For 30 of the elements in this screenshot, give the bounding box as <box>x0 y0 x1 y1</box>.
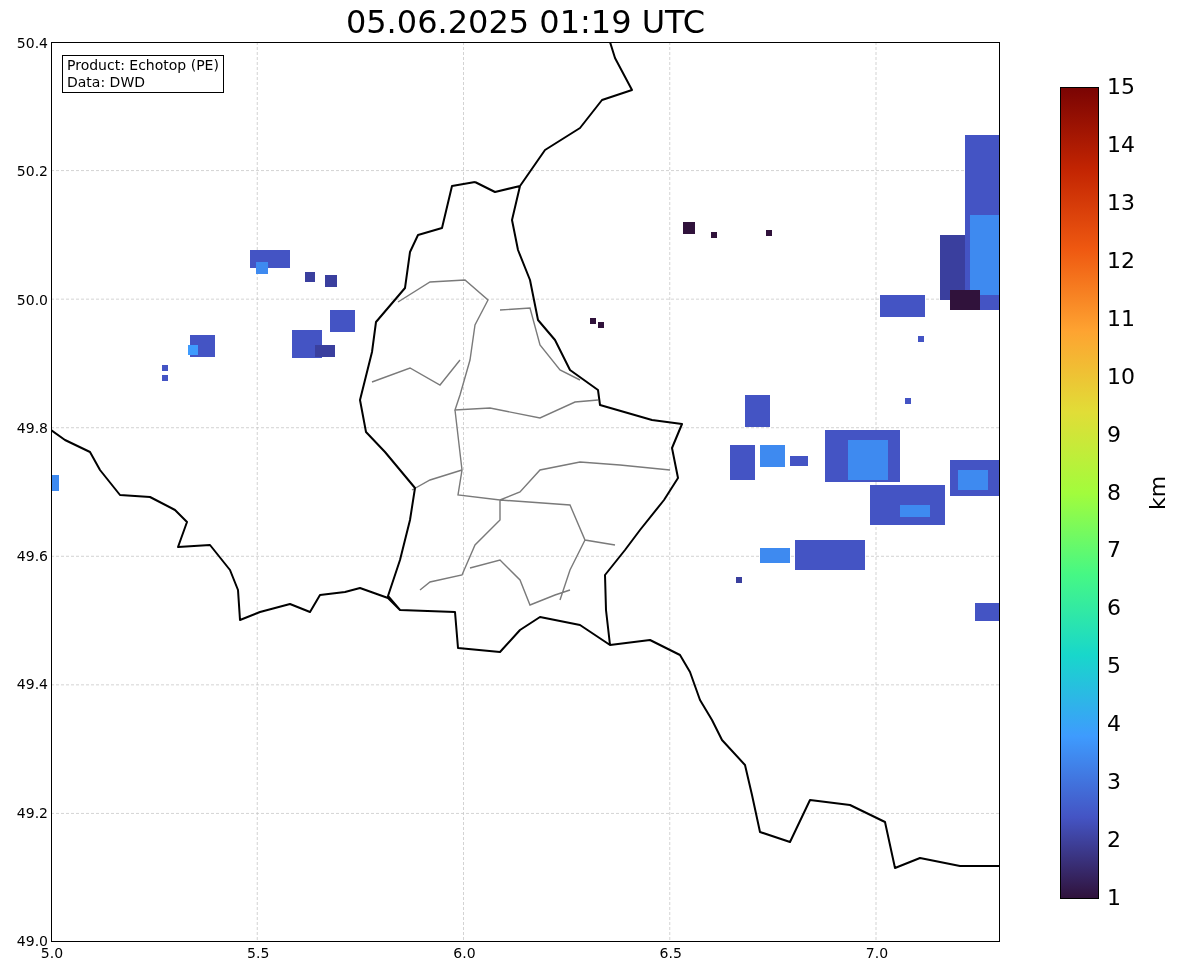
colorbar-tick-label: 14 <box>1107 132 1135 157</box>
x-tick-label: 6.5 <box>659 945 682 961</box>
colorbar-tick-label: 10 <box>1107 364 1135 389</box>
colorbar-tick-label: 15 <box>1107 75 1135 99</box>
colorbar-tick-label: 11 <box>1107 306 1135 331</box>
chart-title: 05.06.2025 01:19 UTC <box>345 2 706 42</box>
colorbar-tick-label: 3 <box>1107 770 1121 795</box>
colorbar-tick-label: 1 <box>1107 886 1121 910</box>
x-tick-label: 7.0 <box>865 945 889 961</box>
colorbar-tick-label: 2 <box>1107 828 1121 853</box>
colorbar-tick-label: 7 <box>1107 538 1121 563</box>
x-tick-label: 6.0 <box>453 945 476 961</box>
colorbar-tick-label: 6 <box>1107 596 1121 621</box>
info-text: Data: DWD <box>67 74 146 91</box>
colorbar-tick-label: 8 <box>1107 480 1121 505</box>
colorbar-tick-label: 13 <box>1107 190 1135 215</box>
y-tick-label: 50.2 <box>16 163 48 180</box>
info-text: Product: Echotop (PE) <box>67 57 219 74</box>
y-tick-label: 49.6 <box>16 548 48 565</box>
y-tick-label: 50.4 <box>16 35 48 51</box>
colorbar-label: km <box>1146 475 1170 511</box>
colorbar-tick-label: 9 <box>1107 422 1121 447</box>
colorbar-tick-label: 12 <box>1107 248 1135 273</box>
y-tick-label: 49.8 <box>16 419 48 436</box>
x-tick-label: 5.5 <box>247 945 270 961</box>
colorbar-tick-label: 5 <box>1107 654 1121 679</box>
y-tick-label: 49.4 <box>16 676 48 693</box>
colorbar-tick-label: 4 <box>1107 712 1121 737</box>
y-tick-label: 49.2 <box>16 804 48 821</box>
y-tick-label: 50.0 <box>16 291 48 308</box>
